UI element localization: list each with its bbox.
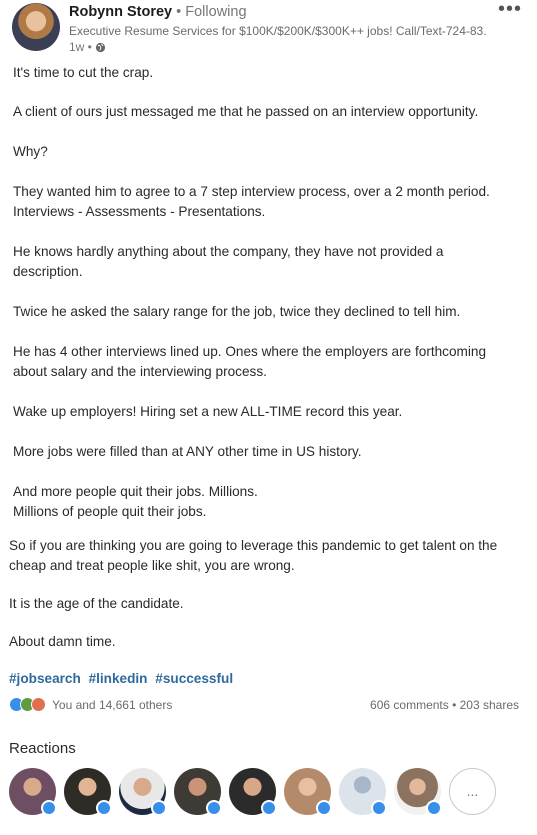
reactions-count[interactable]: You and 14,661 others: [52, 698, 172, 712]
post-line: about salary and the interviewing proces…: [13, 364, 267, 379]
reactor-avatar[interactable]: [229, 768, 277, 816]
hashtag-jobsearch[interactable]: #jobsearch: [9, 671, 81, 686]
globe-icon: [95, 42, 105, 52]
post-line: They wanted him to agree to a 7 step int…: [13, 184, 490, 199]
post-line: It is the age of the candidate.: [9, 596, 184, 611]
reactor-avatar[interactable]: [119, 768, 167, 816]
post-line: description.: [13, 264, 83, 279]
like-badge-icon: [41, 800, 57, 816]
hashtag-list: #jobsearch #linkedin #successful: [9, 671, 237, 686]
reactor-avatar[interactable]: [174, 768, 222, 816]
separator-dot: •: [176, 4, 182, 20]
post-line: A client of ours just messaged me that h…: [13, 104, 479, 119]
post-line: About damn time.: [9, 634, 116, 649]
author-avatar[interactable]: [12, 3, 60, 51]
like-badge-icon: [96, 800, 112, 816]
love-icon: [31, 697, 46, 712]
follow-status[interactable]: Following: [185, 4, 246, 20]
hashtag-successful[interactable]: #successful: [155, 671, 233, 686]
more-options-icon[interactable]: •••: [498, 0, 522, 19]
reactor-avatar[interactable]: [284, 768, 332, 816]
post-header: Robynn Storey • Following Executive Resu…: [0, 0, 537, 58]
reactor-avatar[interactable]: [64, 768, 112, 816]
post-line: He knows hardly anything about the compa…: [13, 244, 444, 259]
reactor-list: ...: [9, 768, 529, 818]
post-line: More jobs were filled than at ANY other …: [13, 444, 362, 459]
like-badge-icon: [151, 800, 167, 816]
reactor-avatar[interactable]: [9, 768, 57, 816]
post-line: It's time to cut the crap.: [13, 65, 154, 80]
post-line: Interviews - Assessments - Presentations…: [13, 204, 266, 219]
like-badge-icon: [371, 800, 387, 816]
reactor-avatar[interactable]: [394, 768, 442, 816]
reactions-heading: Reactions: [9, 740, 76, 757]
post-line: And more people quit their jobs. Million…: [13, 484, 258, 499]
author-name[interactable]: Robynn Storey: [69, 4, 172, 20]
like-badge-icon: [316, 800, 332, 816]
like-badge-icon: [261, 800, 277, 816]
post-line: Millions of people quit their jobs.: [13, 504, 207, 519]
post-time: 1w •: [69, 40, 106, 54]
post-line: So if you are thinking you are going to …: [9, 538, 498, 553]
post-line: He has 4 other interviews lined up. Ones…: [13, 344, 487, 359]
comments-shares-count[interactable]: 606 comments • 203 shares: [370, 698, 519, 712]
post-line: Twice he asked the salary range for the …: [13, 304, 461, 319]
post-age: 1w •: [69, 40, 92, 54]
author-line: Robynn Storey • Following: [69, 4, 247, 20]
like-badge-icon: [426, 800, 442, 816]
social-counts: You and 14,661 others 606 comments • 203…: [9, 697, 519, 715]
reactor-avatar-placeholder[interactable]: [339, 768, 387, 816]
post-line: cheap and treat people like shit, you ar…: [9, 558, 295, 573]
like-badge-icon: [206, 800, 222, 816]
more-reactors-button[interactable]: ...: [449, 768, 496, 815]
post-line: Why?: [13, 144, 48, 159]
author-headline: Executive Resume Services for $100K/$200…: [69, 24, 487, 38]
reaction-icons[interactable]: [9, 697, 46, 712]
hashtag-linkedin[interactable]: #linkedin: [89, 671, 148, 686]
post-line: Wake up employers! Hiring set a new ALL-…: [13, 404, 403, 419]
